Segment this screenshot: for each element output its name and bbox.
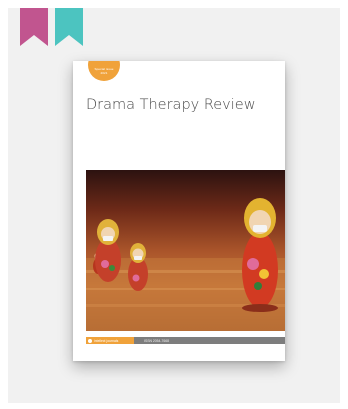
publisher-strip: intellect journals	[86, 337, 134, 344]
issn-text: ISSN 2054-7668	[144, 338, 170, 343]
badge-line-2: 2021	[100, 70, 108, 75]
bookmark-teal-icon	[55, 8, 83, 46]
cover-photo	[86, 170, 285, 331]
doll-small-left	[95, 219, 121, 282]
journal-title: Drama Therapy Review	[86, 97, 256, 113]
bookmark-pink-icon	[20, 8, 48, 46]
doll-small-right	[128, 243, 148, 291]
bookmark-ribbons	[20, 8, 90, 48]
doll-large	[242, 198, 278, 312]
special-issue-badge: Special issue 2021	[88, 61, 120, 81]
cover-footer: intellect journals ISSN 2054-7668	[86, 337, 285, 344]
journal-cover[interactable]: Special issue 2021 Drama Therapy Review	[73, 61, 285, 361]
publisher-logo-icon	[88, 338, 92, 343]
publisher-name: intellect journals	[94, 338, 119, 343]
